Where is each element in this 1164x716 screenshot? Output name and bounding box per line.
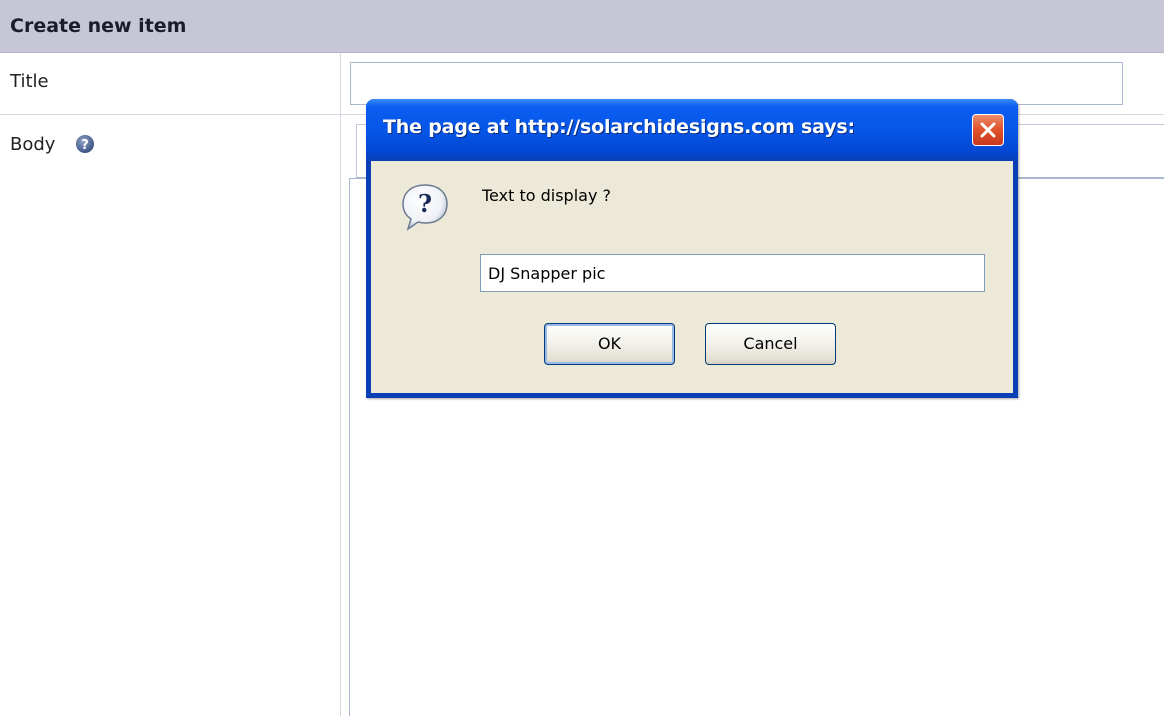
svg-text:?: ? (81, 138, 89, 153)
ok-button[interactable]: OK (544, 323, 675, 365)
dialog-body: ? Text to display ? OK Cancel (371, 161, 1013, 393)
close-button[interactable] (972, 114, 1004, 146)
close-x-icon (980, 122, 996, 138)
prompt-text: Text to display ? (482, 186, 611, 205)
dialog-titlebar[interactable]: The page at http://solarchidesigns.com s… (366, 99, 1018, 161)
prompt-dialog: The page at http://solarchidesigns.com s… (366, 99, 1018, 398)
title-label: Title (10, 71, 49, 92)
help-icon[interactable]: ? (75, 134, 95, 154)
form-header: Create new item (0, 0, 1164, 53)
dialog-title: The page at http://solarchidesigns.com s… (383, 116, 855, 138)
column-divider (340, 53, 341, 716)
form-title: Create new item (10, 15, 187, 37)
body-label: Body (10, 134, 56, 155)
cancel-button[interactable]: Cancel (705, 323, 836, 365)
question-bubble-icon: ? (402, 184, 448, 231)
svg-text:?: ? (418, 189, 432, 218)
prompt-input[interactable] (480, 254, 985, 292)
